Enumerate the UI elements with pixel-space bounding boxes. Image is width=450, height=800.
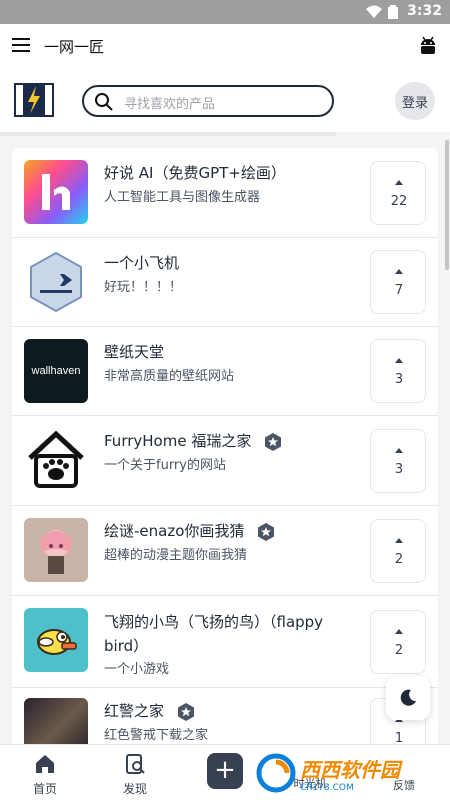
vote-count: 7	[394, 283, 404, 298]
moon-icon	[400, 689, 416, 706]
scrollbar[interactable]	[445, 140, 449, 270]
product-thumbnail	[24, 518, 88, 582]
upvote-button[interactable]: 22	[370, 161, 426, 225]
nav-home-label: 首页	[32, 782, 57, 796]
upvote-arrow-icon	[395, 629, 403, 634]
star-badge-icon	[265, 432, 282, 451]
product-thumbnail	[24, 250, 88, 314]
watermark-logo-icon	[256, 753, 296, 793]
upvote-arrow-icon	[395, 180, 403, 185]
app-bar: 一网一匠	[0, 24, 450, 70]
upvote-arrow-icon	[395, 448, 403, 453]
search-icon	[95, 93, 113, 111]
nav-discover[interactable]: 发现	[105, 753, 165, 797]
product-description: 超棒的动漫主题你画我猜	[104, 548, 248, 563]
product-name: 绘谜-enazo你画我猜	[104, 520, 275, 541]
vote-count: 2	[394, 643, 404, 658]
menu-icon[interactable]	[12, 38, 30, 52]
list-item[interactable]: wallhaven 壁纸天堂 非常高质量的壁纸网站 3	[12, 327, 438, 416]
search-input[interactable]: 寻找喜欢的产品	[82, 85, 334, 117]
status-bar: 3:32	[0, 0, 450, 24]
discover-icon	[126, 754, 145, 774]
product-name: FurryHome 福瑞之家	[104, 430, 282, 451]
vote-count: 2	[394, 552, 404, 567]
product-description: 好玩！！！！	[104, 280, 183, 295]
list-item[interactable]: FurryHome 福瑞之家 一个关于furry的网站 3	[12, 416, 438, 506]
search-header: 寻找喜欢的产品 登录	[0, 70, 450, 132]
list-item[interactable]: 一个小飞机 好玩！！！！ 7	[12, 238, 438, 327]
header-divider	[0, 132, 336, 136]
site-logo[interactable]	[14, 83, 54, 117]
upvote-button[interactable]: 7	[370, 250, 426, 314]
product-list: 好说 AI（免费GPT+绘画） 人工智能工具与图像生成器 22 一个小飞机 好玩…	[12, 148, 438, 748]
product-description: 非常高质量的壁纸网站	[104, 369, 235, 384]
product-name-text: FurryHome 福瑞之家	[104, 432, 252, 450]
app-title: 一网一匠	[44, 38, 105, 56]
wallhaven-logo-text: wallhaven	[31, 365, 81, 377]
login-button[interactable]: 登录	[395, 82, 435, 120]
upvote-button[interactable]: 2	[370, 519, 426, 583]
product-name: 好说 AI（免费GPT+绘画）	[104, 164, 286, 182]
upvote-arrow-icon	[395, 269, 403, 274]
wifi-icon	[366, 5, 382, 18]
home-icon	[36, 755, 54, 773]
vote-count: 22	[390, 194, 408, 209]
nav-discover-label: 发现	[122, 782, 147, 796]
list-item[interactable]: 红警之家 红色警戒下载之家 1	[12, 688, 438, 748]
status-time: 3:32	[407, 3, 442, 19]
product-thumbnail	[24, 698, 88, 748]
product-description: 红色警戒下载之家	[104, 728, 209, 743]
bottom-nav: 首页 发现 + 时光机 反馈 西西软件园 CR173.COM	[0, 744, 450, 800]
list-item[interactable]: 好说 AI（免费GPT+绘画） 人工智能工具与图像生成器 22	[12, 148, 438, 238]
upvote-button[interactable]: 3	[370, 429, 426, 493]
product-name: 壁纸天堂	[104, 343, 165, 361]
star-badge-icon	[177, 702, 194, 721]
watermark-text: 西西软件园	[300, 757, 400, 782]
product-name: 一个小飞机	[104, 254, 180, 272]
add-button[interactable]: +	[207, 753, 243, 789]
star-badge-icon	[258, 522, 275, 541]
product-name: 飞翔的小鸟（飞扬的鸟）（flappy bird）	[104, 613, 324, 655]
product-thumbnail: wallhaven	[24, 339, 88, 403]
product-name-text: 红警之家	[104, 702, 165, 720]
list-item[interactable]: 飞翔的小鸟（飞扬的鸟）（flappy bird） 一个小游戏 2	[12, 596, 438, 688]
product-thumbnail	[24, 608, 88, 672]
status-icons	[366, 5, 398, 19]
nav-home[interactable]: 首页	[15, 753, 75, 797]
vote-count: 3	[394, 462, 404, 477]
product-name: 红警之家	[104, 700, 195, 721]
vote-count: 3	[394, 372, 404, 387]
product-thumbnail	[24, 428, 88, 492]
dark-mode-toggle[interactable]	[386, 676, 430, 720]
product-name-text: 绘谜-enazo你画我猜	[104, 522, 245, 540]
upvote-arrow-icon	[395, 538, 403, 543]
upvote-button[interactable]: 2	[370, 610, 426, 674]
product-description: 一个关于furry的网站	[104, 458, 226, 473]
list-item[interactable]: 绘谜-enazo你画我猜 超棒的动漫主题你画我猜 2	[12, 506, 438, 596]
android-icon[interactable]	[420, 36, 436, 54]
product-thumbnail	[24, 160, 88, 224]
product-description: 人工智能工具与图像生成器	[104, 190, 261, 205]
watermark-subtext: CR173.COM	[300, 782, 354, 793]
search-placeholder: 寻找喜欢的产品	[124, 97, 216, 112]
battery-icon	[388, 5, 398, 19]
watermark: 西西软件园 CR173.COM	[256, 751, 446, 795]
upvote-button[interactable]: 3	[370, 339, 426, 403]
product-description: 一个小游戏	[104, 662, 170, 677]
upvote-arrow-icon	[395, 358, 403, 363]
